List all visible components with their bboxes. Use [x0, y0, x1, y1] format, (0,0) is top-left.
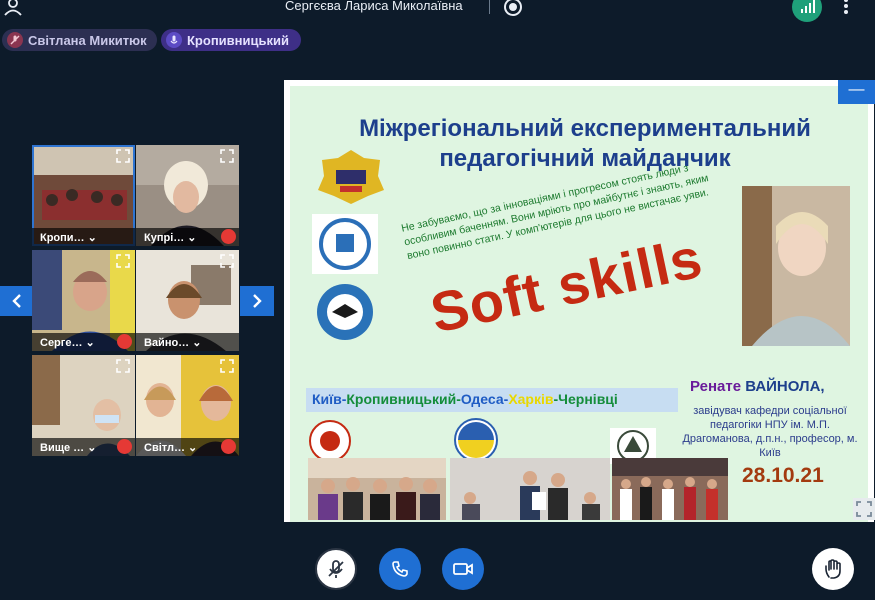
muted-mic-icon — [221, 439, 236, 454]
city-name: Харків — [508, 391, 554, 407]
expand-icon[interactable] — [219, 253, 235, 269]
muted-mic-icon — [221, 229, 236, 244]
institute-logo — [317, 284, 373, 340]
participant-tile[interactable]: Серге… ⌄ — [32, 250, 135, 351]
emblem-logo — [318, 150, 384, 204]
participant-name[interactable]: Кропи… ⌄ — [32, 228, 135, 246]
fullscreen-button[interactable] — [853, 498, 875, 520]
muted-mic-icon — [117, 439, 132, 454]
muted-mic-icon — [328, 560, 344, 578]
speaker-first-name: Ренате — [690, 378, 746, 395]
speaker-title: Ренате ВАЙНОЛА, — [690, 378, 825, 395]
speaker-role: завідувач кафедри соціальної педагогіки … — [682, 405, 858, 459]
participant-name[interactable]: Вайно… ⌄ — [136, 333, 239, 351]
slide-title-line: педагогічний майданчик — [439, 145, 731, 172]
mic-icon — [166, 32, 182, 48]
top-bar: Сергєєва Лариса Миколаївна — [0, 0, 875, 24]
participants-icon[interactable] — [2, 0, 24, 16]
muted-mic-icon — [117, 334, 132, 349]
expand-icon[interactable] — [115, 253, 131, 269]
slide-title: Міжрегіональний експериментальний педаго… — [340, 114, 830, 174]
city-name: Кропивницький — [346, 391, 457, 407]
leave-call-button[interactable] — [379, 548, 421, 590]
school-emblem-logo — [309, 420, 351, 462]
next-page-button[interactable] — [240, 286, 274, 316]
city-name: Київ — [312, 391, 342, 407]
muted-mic-icon — [7, 32, 23, 48]
record-icon[interactable] — [503, 0, 523, 17]
host-name: Сергєєва Лариса Миколаївна — [285, 0, 463, 13]
city-name: Одеса — [460, 391, 504, 407]
shared-presentation[interactable]: Міжрегіональний експериментальний педаго… — [284, 80, 874, 522]
chevron-right-icon — [253, 294, 262, 308]
expand-icon[interactable] — [219, 148, 235, 164]
participant-tile[interactable]: Світл… ⌄ — [136, 355, 239, 456]
chevron-left-icon — [12, 294, 21, 308]
speaker-comma: , — [820, 378, 825, 395]
microphone-toggle-button[interactable] — [315, 548, 357, 590]
slide-canvas: Міжрегіональний експериментальний педаго… — [290, 86, 868, 522]
speaker-photo — [742, 186, 850, 346]
participant-tile[interactable]: Вище … ⌄ — [32, 355, 135, 456]
raise-hand-icon — [825, 559, 841, 579]
video-camera-icon — [453, 563, 473, 575]
slide-title-line: Міжрегіональний експериментальний — [359, 115, 811, 142]
raise-hand-button[interactable] — [812, 548, 854, 590]
regional-logo — [454, 418, 498, 462]
participant-tile[interactable]: Кропи… ⌄ — [32, 145, 135, 246]
more-options-icon[interactable] — [838, 0, 854, 16]
cities-banner: Київ-Кропивницький-Одеса-Харків-Чернівці — [306, 388, 678, 412]
speaker-name: Світлана Микитюк — [28, 32, 147, 48]
speaker-last-name: ВАЙНОЛА — [745, 378, 821, 395]
minimize-button[interactable]: — — [838, 80, 875, 104]
previous-page-button[interactable] — [0, 286, 34, 316]
slide-date: 28.10.21 — [742, 464, 824, 487]
speaker-pill[interactable]: Світлана Микитюк — [2, 29, 157, 51]
participant-tile[interactable]: Купрі… ⌄ — [136, 145, 239, 246]
award-photo — [450, 458, 610, 520]
speaker-pill[interactable]: Кропивницький — [161, 29, 301, 51]
expand-icon[interactable] — [115, 148, 131, 164]
signal-icon — [801, 0, 815, 13]
group-photo — [308, 458, 446, 520]
camera-toggle-button[interactable] — [442, 548, 484, 590]
participant-tile[interactable]: Вайно… ⌄ — [136, 250, 239, 351]
connection-quality-button[interactable] — [792, 0, 822, 22]
expand-icon[interactable] — [115, 358, 131, 374]
expand-icon — [856, 501, 872, 517]
expand-icon[interactable] — [219, 358, 235, 374]
city-name: Чернівці — [558, 391, 618, 407]
phone-icon — [392, 561, 408, 577]
speaker-name: Кропивницький — [187, 32, 289, 48]
university-logo — [312, 214, 378, 274]
divider — [489, 0, 490, 14]
students-photo — [612, 458, 728, 520]
